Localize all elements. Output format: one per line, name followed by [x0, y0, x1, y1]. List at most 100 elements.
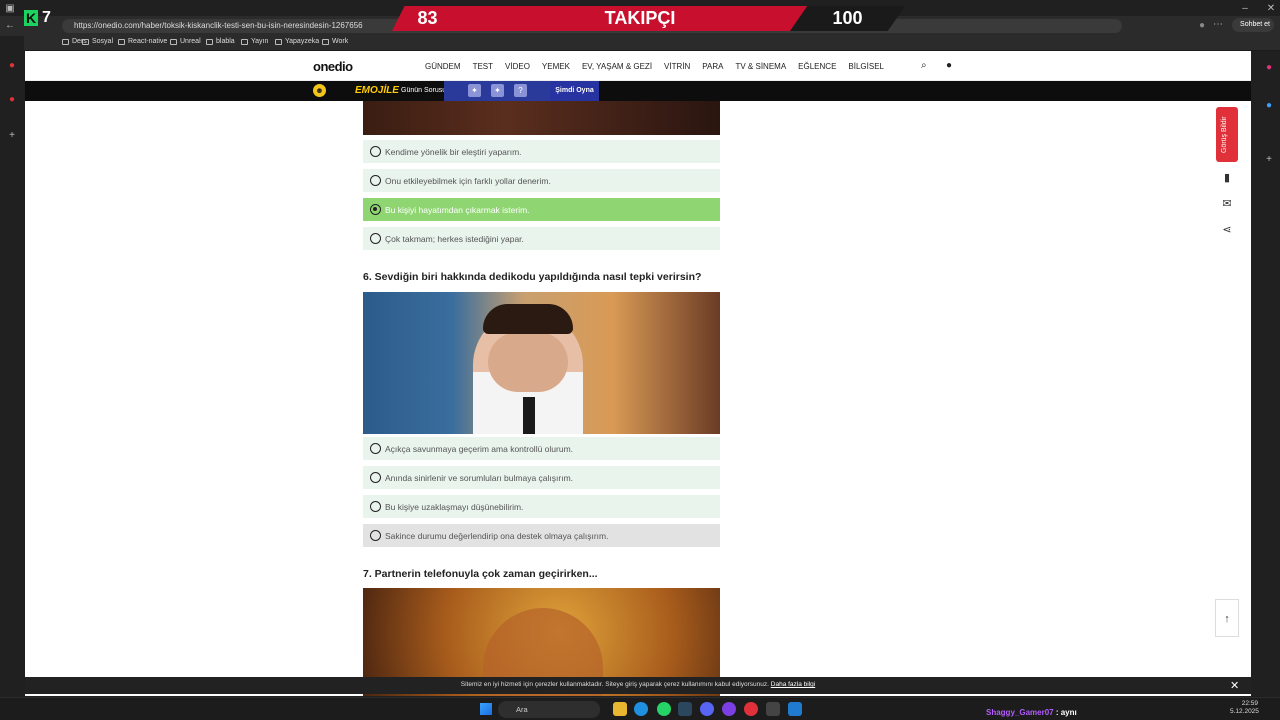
folder-icon — [170, 38, 177, 45]
answer-text: Sakince durumu değerlendirip ona destek … — [385, 531, 609, 541]
bookmark-icon[interactable]: ▮ — [1216, 167, 1238, 189]
system-clock[interactable]: 22:59 5.12.2025 — [1230, 700, 1259, 716]
nav-ev-yasam[interactable]: EV, YAŞAM & GEZİ — [582, 62, 652, 71]
close-window-icon[interactable]: ✕ — [1266, 3, 1276, 15]
emoji-tiles: ✦ ✦ ? — [444, 81, 550, 101]
terminal-icon[interactable] — [766, 702, 780, 716]
folder-icon — [206, 38, 213, 45]
bookmark-work[interactable]: Work — [322, 38, 348, 45]
answer-option[interactable]: Anında sinirlenir ve sorumluları bulmaya… — [363, 466, 720, 489]
person-hair — [483, 304, 573, 334]
comments-icon[interactable]: ✉ — [1216, 193, 1238, 215]
chat-button-label: Sohbet et — [1240, 21, 1270, 28]
nav-vitrin[interactable]: VİTRİN — [664, 62, 690, 71]
browser-right-sidebar — [1251, 51, 1280, 696]
answer-text: Bu kişiye uzaklaşmayı düşünebilirim. — [385, 502, 524, 512]
follower-count: 83 — [417, 8, 438, 28]
daily-question-label: Günün Sorusu — [401, 87, 447, 94]
app-icon[interactable] — [722, 702, 736, 716]
answer-option[interactable]: Kendime yönelik bir eleştiri yaparım. — [363, 140, 720, 163]
answer-text: Kendime yönelik bir eleştiri yaparım. — [385, 147, 522, 157]
more-icon[interactable]: ⋯ — [1212, 19, 1224, 31]
promo-banner[interactable]: ☻ EMOJİLE Günün Sorusu ✦ ✦ ? Şimdi Oyna — [25, 81, 1251, 101]
sidebar-app-icon[interactable]: ● — [6, 60, 18, 72]
taskbar-search[interactable]: Ara — [498, 701, 600, 718]
sidebar-app-icon[interactable]: ● — [1263, 62, 1275, 74]
bookmark-label: Unreal — [180, 38, 201, 45]
cookie-text-row: Sitemiz en iyi hizmeti için çerezler kul… — [25, 681, 1251, 688]
answer-option[interactable]: Bu kişiye uzaklaşmayı düşünebilirim. — [363, 495, 720, 518]
browser-menu-icon[interactable]: ▣ — [4, 3, 16, 15]
nav-gundem[interactable]: GÜNDEM — [425, 62, 461, 71]
bookmark-label: Yapayzeka — [285, 38, 320, 45]
site-logo[interactable]: onedio — [313, 59, 353, 74]
question-6-image — [363, 292, 720, 434]
bookmark-label: React-native — [128, 38, 168, 45]
follower-goal: 100 — [832, 8, 863, 28]
nav-test[interactable]: TEST — [473, 62, 493, 71]
folder-icon — [275, 38, 282, 45]
bookmark-yapayzeka[interactable]: Yapayzeka — [275, 38, 319, 45]
taskbar-search-label: Ara — [516, 705, 528, 714]
nav-video[interactable]: VİDEO — [505, 62, 530, 71]
radio-button — [370, 146, 381, 157]
question-tile: ? — [514, 84, 527, 97]
steam-icon[interactable] — [678, 702, 692, 716]
answer-text: Çok takmam; herkes istediğini yapar. — [385, 234, 524, 244]
discord-icon[interactable] — [700, 702, 714, 716]
bookmark-unreal[interactable]: Unreal — [170, 38, 201, 45]
nav-para[interactable]: PARA — [702, 62, 723, 71]
cookie-banner: Sitemiz en iyi hizmeti için çerezler kul… — [25, 677, 1251, 694]
question-title: 7. Partnerin telefonuyla çok zaman geçir… — [363, 568, 598, 580]
close-icon[interactable]: ✕ — [1230, 679, 1239, 692]
bookmark-label: Yayın — [251, 38, 269, 45]
answer-option-selected[interactable]: Bu kişiyi hayatımdan çıkarmak isterim. — [363, 198, 720, 221]
sidebar-app-icon[interactable]: ● — [1263, 100, 1275, 112]
cookie-more-info-link[interactable]: Daha fazla bilgi — [771, 681, 815, 688]
windows-start-icon[interactable] — [480, 703, 492, 715]
bookmark-blabla[interactable]: blabla — [206, 38, 235, 45]
folder-icon — [322, 38, 329, 45]
answer-option[interactable]: Açıkça savunmaya geçerim ama kontrollü o… — [363, 437, 720, 460]
folder-icon — [118, 38, 125, 45]
share-icon[interactable]: ⋖ — [1216, 219, 1238, 241]
answer-option-hovered[interactable]: Sakince durumu değerlendirip ona destek … — [363, 524, 720, 547]
whatsapp-icon[interactable] — [657, 702, 671, 716]
file-explorer-icon[interactable] — [613, 702, 627, 716]
feedback-button[interactable]: Görüş Bildir — [1216, 107, 1238, 162]
smiley-icon: ☻ — [313, 84, 326, 97]
url-text: https://onedio.com/haber/toksik-kiskancl… — [74, 21, 363, 30]
bookmark-label: Sosyal — [92, 38, 114, 45]
sidebar-app-icon[interactable]: ● — [6, 94, 18, 106]
bookmark-sosyal[interactable]: Sosyal — [82, 38, 113, 45]
nav-yemek[interactable]: YEMEK — [542, 62, 570, 71]
nav-tv-sinema[interactable]: TV & SİNEMA — [735, 62, 786, 71]
screen: { "overlay": { "left_number": "83", "tit… — [0, 0, 1280, 720]
play-now-button[interactable]: Şimdi Oyna — [550, 81, 599, 101]
profile-avatar[interactable]: ● — [1196, 20, 1208, 32]
channel-digit: 7 — [42, 9, 51, 26]
add-icon[interactable]: + — [6, 130, 18, 142]
bookmark-yayin[interactable]: Yayın — [241, 38, 268, 45]
scroll-to-top-button[interactable]: ↑ — [1215, 599, 1239, 637]
chrome-icon[interactable] — [744, 702, 758, 716]
minimize-icon[interactable]: – — [1240, 3, 1250, 15]
user-icon[interactable]: ● — [946, 60, 952, 71]
radio-button — [370, 233, 381, 244]
chat-button[interactable]: Sohbet et — [1232, 18, 1274, 32]
radio-button — [370, 501, 381, 512]
nav-bilgisel[interactable]: BİLGİSEL — [848, 62, 884, 71]
bookmark-react-native[interactable]: React-native — [118, 38, 167, 45]
nav-eglence[interactable]: EĞLENCE — [798, 62, 836, 71]
answer-option[interactable]: Çok takmam; herkes istediğini yapar. — [363, 227, 720, 250]
edge-icon[interactable] — [634, 702, 648, 716]
back-icon[interactable]: ← — [4, 20, 16, 32]
taskbar: Ara — [0, 697, 1280, 720]
vscode-icon[interactable] — [788, 702, 802, 716]
search-icon[interactable]: ⌕ — [921, 60, 927, 71]
add-icon[interactable]: + — [1263, 154, 1275, 166]
clock-time: 22:59 — [1241, 700, 1258, 707]
folder-icon — [62, 38, 69, 45]
clock-date: 5.12.2025 — [1230, 708, 1259, 715]
answer-option[interactable]: Onu etkileyebilmek için farklı yollar de… — [363, 169, 720, 192]
